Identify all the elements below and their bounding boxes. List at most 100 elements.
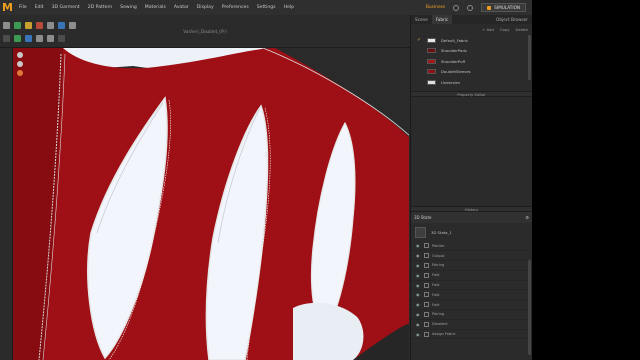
help-icon[interactable] xyxy=(467,4,474,11)
action-icon xyxy=(424,311,429,317)
fabric-icon[interactable] xyxy=(25,35,32,42)
toolbar-row-1 xyxy=(3,22,76,29)
fabric-swatch xyxy=(427,69,436,75)
fabric-name: ShoulderPuff xyxy=(441,58,466,64)
fabric-name: ShoulderPads xyxy=(441,48,467,54)
view-mode-icon[interactable] xyxy=(17,52,23,58)
action-icon xyxy=(424,292,429,298)
user-icon[interactable] xyxy=(453,4,460,11)
tab-scene[interactable]: Scene xyxy=(411,15,432,24)
fabric-list: ✓ Default_Fabric ShoulderPads ShoulderPu… xyxy=(411,35,532,88)
action-icon xyxy=(424,262,429,268)
delete-fabric-button[interactable]: Delete xyxy=(516,27,528,32)
menu-3d-garment[interactable]: 3D Garment xyxy=(48,5,84,10)
fabric-swatch xyxy=(427,37,436,43)
history-label: Pointer xyxy=(432,243,445,248)
menu-help[interactable]: Help xyxy=(280,5,298,10)
checkmark-icon: ✓ xyxy=(417,37,422,44)
history-row[interactable]: ◉ Fold xyxy=(411,290,532,301)
avatar-display-icon[interactable] xyxy=(17,61,23,67)
fabric-swatch xyxy=(427,58,436,64)
fabric-row[interactable]: DoubletSleeves xyxy=(411,67,532,78)
history-label: Fold xyxy=(432,283,440,288)
trim-icon[interactable] xyxy=(47,35,54,42)
eye-icon[interactable]: ◉ xyxy=(416,292,421,297)
menu-file[interactable]: File xyxy=(15,5,31,10)
eye-icon[interactable]: ◉ xyxy=(416,322,421,327)
panel-tabs: Scene Fabric Object Browser xyxy=(411,15,532,24)
eye-icon[interactable]: ◉ xyxy=(416,283,421,288)
history-label: Pairing xyxy=(432,312,445,317)
fabric-row[interactable]: Underslev xyxy=(411,77,532,88)
eye-icon[interactable]: ◉ xyxy=(416,243,421,248)
menu-settings[interactable]: Settings xyxy=(253,5,280,10)
menu-materials[interactable]: Materials xyxy=(141,5,170,10)
camera-icon[interactable] xyxy=(3,35,10,42)
fabric-name: DoubletSleeves xyxy=(441,69,471,75)
history-row[interactable]: ◉ Output xyxy=(411,251,532,262)
fold-icon[interactable] xyxy=(47,22,54,29)
history-row[interactable]: ◉ Fold xyxy=(411,281,532,291)
avatar-icon[interactable] xyxy=(17,70,23,76)
texture-icon[interactable] xyxy=(14,35,21,42)
simulate-icon[interactable] xyxy=(14,22,21,29)
pin-marker[interactable] xyxy=(265,152,268,157)
toolbar-row-2 xyxy=(3,35,65,42)
app-logo: M xyxy=(0,0,15,15)
history-row[interactable]: ◉ Deselect xyxy=(411,320,532,330)
fabric-row[interactable]: ShoulderPuff xyxy=(411,56,532,67)
eye-icon[interactable]: ◉ xyxy=(416,273,421,278)
garment-icon[interactable] xyxy=(36,22,43,29)
fabric-swatch xyxy=(427,79,436,85)
pin-icon[interactable] xyxy=(25,22,32,29)
menu-preferences[interactable]: Preferences xyxy=(218,5,253,10)
add-fabric-button[interactable]: + Add xyxy=(482,27,494,32)
history-row[interactable]: ◉ Fold xyxy=(411,271,532,281)
history-row[interactable]: ◉ Pairing xyxy=(411,310,532,320)
history-row[interactable]: ◉ Assign Fabric xyxy=(411,330,532,340)
menu-sewing[interactable]: Sewing xyxy=(116,5,141,10)
action-icon xyxy=(424,302,429,308)
state-thumbnail xyxy=(415,226,426,238)
history-scrollbar[interactable] xyxy=(528,260,531,355)
tag-icon[interactable] xyxy=(69,22,76,29)
fabric-row[interactable]: ✓ Default_Fabric xyxy=(411,35,532,46)
left-strip xyxy=(0,48,12,360)
eye-icon[interactable]: ◉ xyxy=(416,312,421,317)
history-label: Fold xyxy=(432,292,440,297)
menu-avatar[interactable]: Avatar xyxy=(170,5,193,10)
history-row[interactable]: ◉ Pairing xyxy=(411,261,532,271)
eye-icon[interactable]: ◉ xyxy=(416,263,421,268)
eye-icon[interactable]: ◉ xyxy=(416,253,421,258)
action-icon xyxy=(424,253,429,259)
action-icon xyxy=(424,282,429,288)
history-row[interactable]: ◉ Pointer xyxy=(411,242,532,252)
fabric-swatch xyxy=(427,48,436,54)
fabric-name: Underslev xyxy=(441,79,461,85)
3d-viewport[interactable] xyxy=(12,48,409,360)
simulation-toggle[interactable]: SIMULATION xyxy=(481,3,526,12)
shirt-icon[interactable] xyxy=(58,22,65,29)
edition-badge: Business xyxy=(425,5,446,10)
history-label: Assign Fabric xyxy=(432,332,456,337)
state-settings-icon[interactable]: ⚙ xyxy=(525,215,529,220)
graphic-icon[interactable] xyxy=(36,35,43,42)
menu-2d-pattern[interactable]: 2D Pattern xyxy=(84,5,116,10)
fabric-list-scrollbar[interactable] xyxy=(528,35,531,80)
menu-right-group: Business SIMULATION xyxy=(426,3,532,12)
history-row[interactable]: ◉ Fold xyxy=(411,300,532,311)
viewport-tools xyxy=(17,52,23,76)
zip-icon[interactable] xyxy=(58,35,65,42)
tab-fabric[interactable]: Fabric xyxy=(431,15,453,24)
select-tool-icon[interactable] xyxy=(3,22,10,29)
history-label: Pairing xyxy=(432,263,445,268)
state-panel-header: 3D State ⚙ xyxy=(411,211,532,223)
eye-icon[interactable]: ◉ xyxy=(416,302,421,307)
eye-icon[interactable]: ◉ xyxy=(416,332,421,337)
menu-display[interactable]: Display xyxy=(193,5,218,10)
menu-edit[interactable]: Edit xyxy=(31,5,48,10)
toolbar: Vasheri_Doublet_(Pr) xyxy=(0,15,410,48)
fabric-row[interactable]: ShoulderPads xyxy=(411,46,532,57)
state-snapshot[interactable]: 3D State_1 xyxy=(411,223,532,242)
copy-fabric-button[interactable]: Copy xyxy=(500,27,510,32)
